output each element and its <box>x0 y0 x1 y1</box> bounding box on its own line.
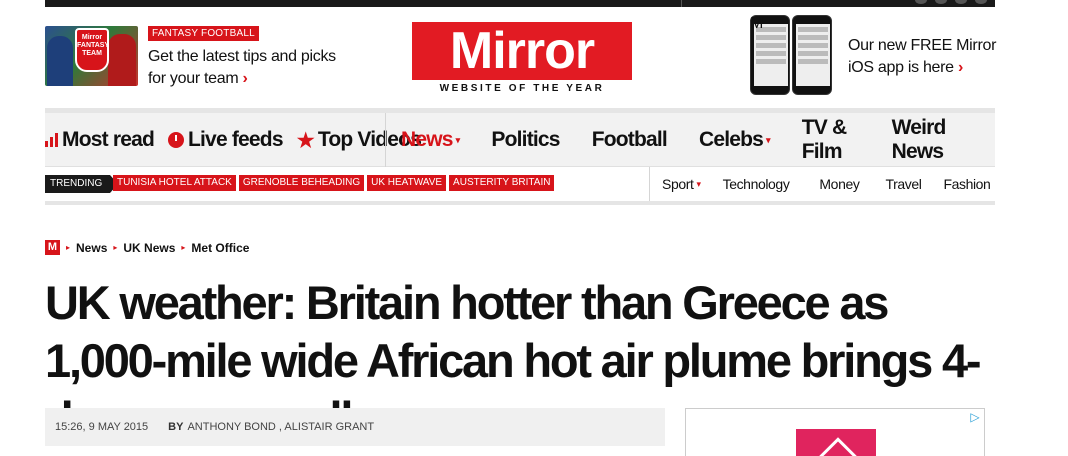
home-logo-icon[interactable]: M <box>45 240 60 255</box>
phone-screen <box>754 24 788 86</box>
phone-image <box>792 15 832 95</box>
article-timestamp: 15:26, 9 MAY 2015 <box>55 421 149 433</box>
byline-label: BY <box>168 421 184 433</box>
top-bar <box>45 0 995 7</box>
nav-item-weird-news[interactable]: Weird News <box>892 116 963 164</box>
player-figure <box>47 36 73 86</box>
trending-border <box>45 201 995 205</box>
nav-live-feeds[interactable]: Live feeds <box>168 128 284 152</box>
trending-tags: TUNISIA HOTEL ATTACK GRENOBLE BEHEADING … <box>113 175 555 191</box>
social-icon[interactable] <box>955 0 967 4</box>
chevron-right-icon: › <box>242 70 248 87</box>
chevron-down-icon: ▾ <box>455 134 460 145</box>
nav-label: Politics <box>491 128 560 151</box>
nav-label: Live feeds <box>188 128 284 151</box>
fantasy-football-image[interactable]: Mirror FANTASY TEAM <box>45 26 138 86</box>
subnav-label: Fashion <box>943 176 991 192</box>
site-logo[interactable]: Mirror WEBSITE OF THE YEAR <box>412 22 632 94</box>
article-authors[interactable]: ANTHONY BOND , ALISTAIR GRANT <box>187 421 374 433</box>
badge-text: TEAM <box>82 50 102 57</box>
breadcrumb-separator-icon: ▸ <box>113 243 118 252</box>
nav-item-tv-film[interactable]: TV & Film <box>802 116 860 164</box>
ad-image[interactable] <box>796 429 876 456</box>
fantasy-team-badge: Mirror FANTASY TEAM <box>75 28 109 72</box>
nav-label: Football <box>591 128 668 151</box>
promo-text[interactable]: Get the latest tips and picks for your t… <box>148 46 348 90</box>
nav-divider <box>385 113 386 167</box>
trending-tag[interactable]: GRENOBLE BEHEADING <box>238 175 365 191</box>
sub-nav: Sport ▾ Technology Money Travel Fashion <box>662 167 1012 201</box>
logo-wordmark: Mirror <box>412 22 632 80</box>
ios-promo-text[interactable]: Our new FREE Mirror iOS app is here › <box>848 35 1008 79</box>
subnav-label: Technology <box>722 176 790 192</box>
article-byline: 15:26, 9 MAY 2015 BY ANTHONY BOND , ALIS… <box>45 408 665 446</box>
player-figure <box>108 34 136 86</box>
social-icon[interactable] <box>935 0 947 4</box>
trending-bar: TRENDING TUNISIA HOTEL ATTACK GRENOBLE B… <box>45 167 995 201</box>
fantasy-football-promo[interactable]: Mirror FANTASY TEAM FANTASY FOOTBALL Get… <box>45 26 375 92</box>
breadcrumb-separator-icon: ▸ <box>66 243 71 252</box>
ios-app-promo[interactable]: M Our new FREE Mirror iOS app is here › <box>750 15 1000 99</box>
breadcrumb-separator-icon: ▸ <box>181 243 186 252</box>
ios-promo-label: Our new FREE Mirror iOS app is here <box>848 37 997 76</box>
social-icons <box>915 0 987 4</box>
nav-label: Most read <box>62 128 155 151</box>
subnav-item-money[interactable]: Money <box>819 176 859 192</box>
badge-text: Mirror <box>81 34 103 41</box>
nav-most-read[interactable]: Most read <box>45 128 155 152</box>
nav-item-football[interactable]: Football <box>591 128 668 152</box>
advertisement[interactable]: ▷ <box>685 408 985 456</box>
subnav-item-sport[interactable]: Sport ▾ <box>662 176 701 192</box>
subnav-label: Travel <box>885 176 922 192</box>
nav-item-politics[interactable]: Politics <box>491 128 560 152</box>
breadcrumb-item[interactable]: Met Office <box>191 241 249 255</box>
nav-label: Weird News <box>891 116 947 163</box>
chevron-down-icon: ▾ <box>766 134 770 145</box>
chevron-down-icon: ▾ <box>696 178 701 189</box>
chevron-right-icon: › <box>957 59 963 76</box>
nav-item-news[interactable]: News ▾ <box>401 128 460 152</box>
star-icon: ★ <box>296 129 315 152</box>
social-icon[interactable] <box>975 0 987 4</box>
promo-tag[interactable]: FANTASY FOOTBALL <box>148 26 259 41</box>
adchoices-icon[interactable]: ▷ <box>968 410 982 424</box>
nav-label: News <box>401 128 453 151</box>
nav-label: Celebs <box>698 128 764 151</box>
main-nav: Most read Live feeds ★ Top Videos News ▾… <box>45 113 995 167</box>
trending-tag[interactable]: UK HEATWAVE <box>367 175 447 191</box>
nav-item-celebs[interactable]: Celebs ▾ <box>698 128 771 152</box>
subnav-item-technology[interactable]: Technology <box>723 176 790 192</box>
nav-utility-links: Most read Live feeds ★ Top Videos <box>45 113 422 167</box>
logo-tagline: WEBSITE OF THE YEAR <box>439 83 605 94</box>
subnav-item-travel[interactable]: Travel <box>885 176 921 192</box>
subnav-label: Money <box>819 176 860 192</box>
trending-tag[interactable]: AUSTERITY BRITAIN <box>449 175 555 191</box>
clock-icon <box>168 132 184 148</box>
badge-text: FANTASY <box>77 42 110 49</box>
subnav-divider <box>649 167 650 201</box>
phone-screen <box>796 24 830 86</box>
breadcrumb: M ▸ News ▸ UK News ▸ Met Office <box>45 240 249 255</box>
breadcrumb-item[interactable]: UK News <box>123 241 175 255</box>
bar-chart-icon <box>45 133 58 147</box>
social-icon[interactable] <box>915 0 927 4</box>
nav-sections: News ▾ Politics Football Celebs ▾ TV & F… <box>401 113 995 167</box>
mirror-app-icon: M <box>750 15 764 32</box>
trending-label: TRENDING <box>45 175 119 193</box>
subnav-item-fashion[interactable]: Fashion <box>943 176 990 192</box>
breadcrumb-item[interactable]: News <box>76 241 107 255</box>
nav-label: TV & Film <box>801 116 847 163</box>
top-bar-divider <box>681 0 682 7</box>
trending-tag[interactable]: TUNISIA HOTEL ATTACK <box>113 175 236 191</box>
subnav-label: Sport <box>662 176 694 192</box>
